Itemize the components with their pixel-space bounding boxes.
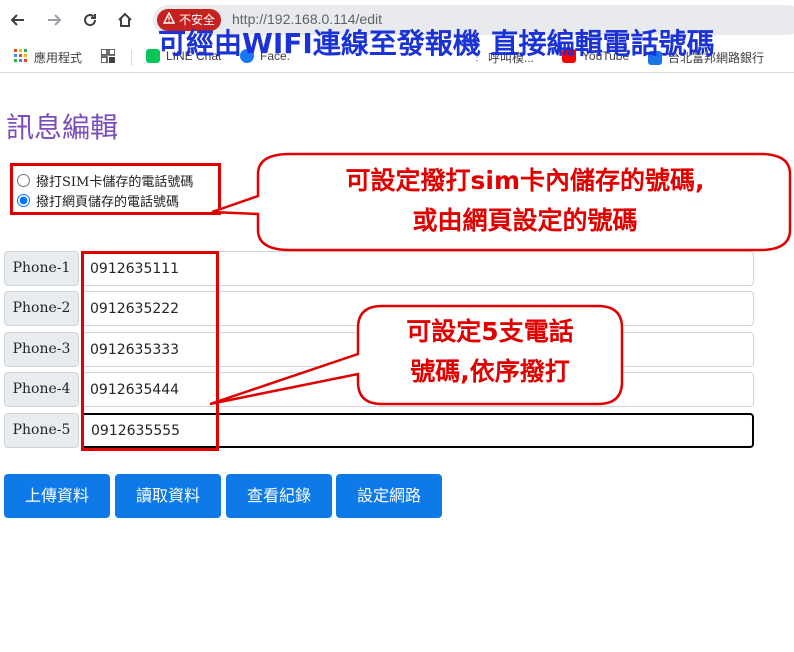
- callout-text-top-line1: 可設定撥打sim卡內儲存的號碼,: [345, 166, 705, 195]
- callout-text-top-line2: 或由網頁設定的號碼: [412, 206, 638, 235]
- callout-text-mid-line1: 可設定5支電話: [406, 317, 574, 346]
- callout-text-mid-line2: 號碼,依序撥打: [410, 357, 570, 386]
